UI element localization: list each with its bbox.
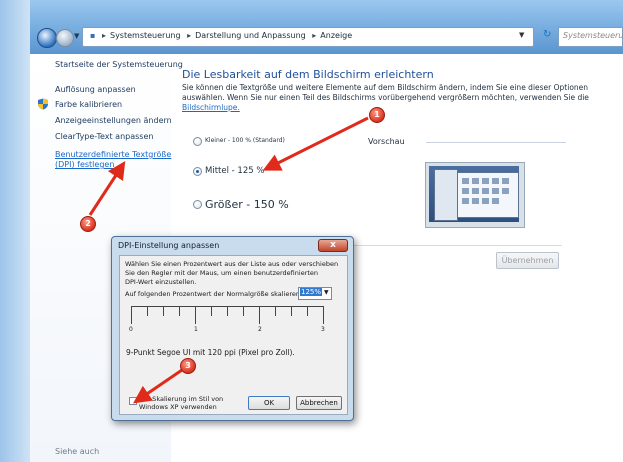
xp-scaling-checkbox[interactable] (129, 397, 137, 405)
window-left-edge (0, 0, 30, 462)
forward-button[interactable] (56, 29, 74, 47)
ruler-tick (307, 306, 308, 316)
sidebar-item-calibrate[interactable]: Farbe kalibrieren (55, 100, 122, 109)
ruler-tick (147, 306, 148, 316)
ruler-tick (323, 306, 324, 324)
radio-large[interactable] (193, 200, 202, 209)
ok-button[interactable]: OK (248, 396, 290, 410)
preview-tile (472, 188, 479, 194)
preview-tile (502, 188, 509, 194)
ruler-tick (179, 306, 180, 316)
radio-small-label[interactable]: Kleiner - 100 % (Standard) (205, 137, 285, 144)
page-title: Die Lesbarkeit auf dem Bildschirm erleic… (182, 68, 434, 81)
ruler-tick (259, 306, 260, 324)
description-text: Sie können die Textgröße und weitere Ele… (182, 83, 589, 92)
description-text: auswählen. Wenn Sie nur einen Teil des B… (182, 93, 589, 102)
ruler-tick (195, 306, 196, 324)
xp-scaling-label[interactable]: DPI-Skalierung im Stil von (139, 395, 223, 403)
radio-medium-label[interactable]: Mittel - 125 % (205, 166, 264, 176)
xp-scaling-label-line2[interactable]: Windows XP verwenden (139, 403, 217, 411)
apply-button[interactable]: Übernehmen (496, 252, 559, 269)
ruler-number: 3 (321, 326, 325, 333)
divider (426, 142, 566, 143)
magnifier-link[interactable]: Bildschirmlupe. (182, 103, 240, 112)
sidebar-item-home[interactable]: Startseite der Systemsteuerung (55, 60, 183, 69)
dialog-title: DPI-Einstellung anpassen (118, 241, 220, 250)
preview-tile (502, 178, 509, 184)
preview-tile (472, 178, 479, 184)
scale-label: Auf folgenden Prozentwert der Normalgröß… (125, 290, 303, 298)
preview-tile (482, 198, 489, 204)
preview-tile (472, 198, 479, 204)
scale-value[interactable]: 125% (300, 288, 323, 296)
radio-medium[interactable] (193, 167, 202, 176)
radio-small[interactable] (193, 137, 202, 146)
sidebar-item-custom-dpi-line2[interactable]: (DPI) festlegen (55, 160, 114, 169)
preview-tile (492, 198, 499, 204)
ruler-tick (227, 306, 228, 316)
sidebar-item-display-settings[interactable]: Anzeigeeinstellungen ändern (55, 116, 172, 125)
ruler-tick (243, 306, 244, 316)
breadcrumb-item[interactable]: Darstellung und Anpassung (195, 31, 306, 40)
sidebar-item-custom-dpi[interactable]: Benutzerdefinierte Textgröße (55, 150, 171, 159)
preview-tile (482, 188, 489, 194)
dialog-text: Wählen Sie einen Prozentwert aus der Lis… (125, 260, 339, 268)
ruler-tick (275, 306, 276, 316)
close-button[interactable]: x (318, 239, 348, 252)
annotation-badge: 3 (180, 358, 196, 374)
breadcrumb-item[interactable]: Systemsteuerung (110, 31, 181, 40)
search-placeholder: Systemsteuerung (563, 31, 623, 40)
sidebar-item-cleartype[interactable]: ClearType-Text anpassen (55, 132, 153, 141)
annotation-badge: 2 (80, 216, 96, 232)
ruler-number: 1 (194, 326, 198, 333)
address-dropdown-icon[interactable]: ▼ (519, 31, 524, 39)
chevron-right-icon: ▸ (101, 31, 106, 40)
preview-label: Vorschau (368, 137, 405, 146)
see-also-heading: Siehe auch (55, 447, 100, 456)
ruler-tick (131, 306, 132, 324)
ruler-number: 2 (258, 326, 262, 333)
ruler-tick (291, 306, 292, 316)
preview-tile (462, 178, 469, 184)
shield-icon (38, 98, 48, 110)
breadcrumb: ▪ ▸ Systemsteuerung ▸ Darstellung und Anpa… (90, 31, 352, 40)
breadcrumb-item[interactable]: Anzeige (320, 31, 352, 40)
preview-tile (482, 178, 489, 184)
preview-tile (462, 198, 469, 204)
ruler-tick (211, 306, 212, 316)
preview-tile (492, 188, 499, 194)
back-button[interactable] (37, 28, 57, 48)
dialog-text: Sie den Regler mit der Maus, um einen be… (125, 269, 319, 277)
chevron-right-icon: ▸ (187, 31, 192, 40)
preview-window-sidebar (434, 169, 458, 221)
ruler-tick (163, 306, 164, 316)
preview-tile (492, 178, 499, 184)
radio-large-label[interactable]: Größer - 150 % (205, 198, 289, 211)
annotation-badge: 1 (369, 107, 385, 123)
history-dropdown-icon[interactable]: ▼ (74, 32, 79, 40)
refresh-icon[interactable]: ↻ (543, 29, 551, 40)
preview-tile (462, 188, 469, 194)
chevron-down-icon[interactable]: ▼ (324, 289, 329, 296)
sidebar-item-resolution[interactable]: Auflösung anpassen (55, 85, 136, 94)
cancel-button[interactable]: Abbrechen (296, 396, 342, 410)
folder-icon: ▪ (90, 31, 96, 40)
chevron-right-icon: ▸ (312, 31, 317, 40)
ppi-info-text: 9-Punkt Segoe UI mit 120 ppi (Pixel pro … (126, 348, 295, 357)
dialog-text: DPI-Wert einzustellen. (125, 278, 197, 286)
ruler-number: 0 (129, 326, 133, 333)
